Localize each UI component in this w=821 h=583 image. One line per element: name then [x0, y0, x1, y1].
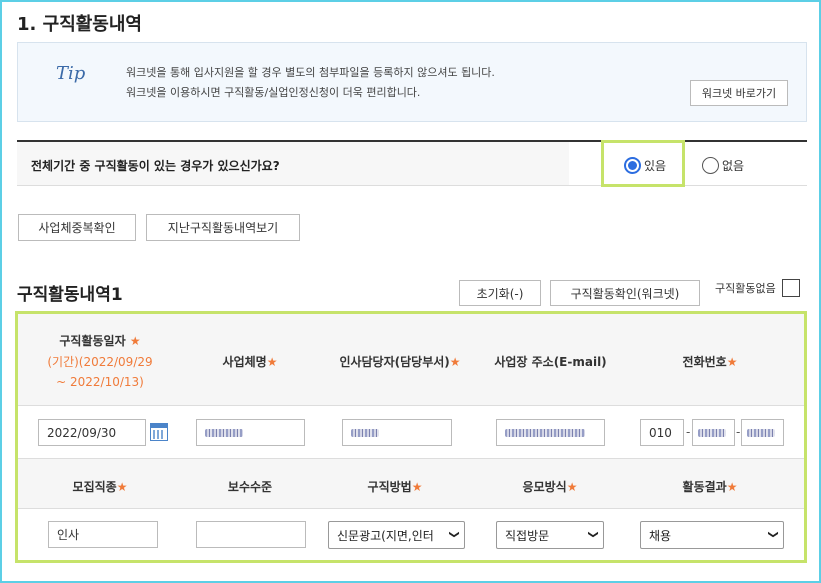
- no-activity-checkbox[interactable]: [781, 279, 800, 297]
- past-history-button[interactable]: 지난구직활동내역보기: [146, 214, 300, 241]
- question-row: 전체기간 중 구직활동이 있는 경우가 있으신가요?: [17, 142, 807, 186]
- tip-box: Tip 워크넷을 통해 입사지원을 할 경우 별도의 첨부파일을 등록하지 않으…: [17, 42, 807, 122]
- tip-line-1: 워크넷을 통해 입사지원을 할 경우 별도의 첨부파일을 등록하지 않으셔도 됩…: [126, 66, 495, 79]
- radio-no[interactable]: 없음: [702, 157, 744, 174]
- tip-label: Tip: [56, 63, 86, 84]
- question-cell: 전체기간 중 구직활동이 있는 경우가 있으신가요?: [17, 142, 569, 185]
- reset-button[interactable]: 초기화(-): [459, 280, 541, 306]
- worknet-shortcut-button[interactable]: 워크넷 바로가기: [690, 80, 788, 106]
- no-activity-label: 구직활동없음: [715, 282, 776, 295]
- activity-grid-highlight: [15, 311, 807, 563]
- radio-yes-label: 있음: [644, 159, 667, 173]
- radio-yes[interactable]: 있음: [624, 157, 666, 174]
- radio-yes-dot[interactable]: [624, 157, 641, 174]
- duplicate-check-button[interactable]: 사업체중복확인: [18, 214, 136, 241]
- question-text: 전체기간 중 구직활동이 있는 경우가 있으신가요?: [31, 159, 280, 173]
- tip-line-2: 워크넷을 이용하시면 구직활동/실업인정신청이 더욱 편리합니다.: [126, 86, 421, 99]
- activity-title: 구직활동내역1: [17, 285, 123, 305]
- radio-no-dot[interactable]: [702, 157, 719, 174]
- section-title: 1. 구직활동내역: [17, 14, 142, 35]
- radio-no-label: 없음: [722, 159, 745, 173]
- worknet-confirm-button[interactable]: 구직활동확인(워크넷): [550, 280, 700, 306]
- no-activity-option[interactable]: 구직활동없음: [715, 279, 800, 297]
